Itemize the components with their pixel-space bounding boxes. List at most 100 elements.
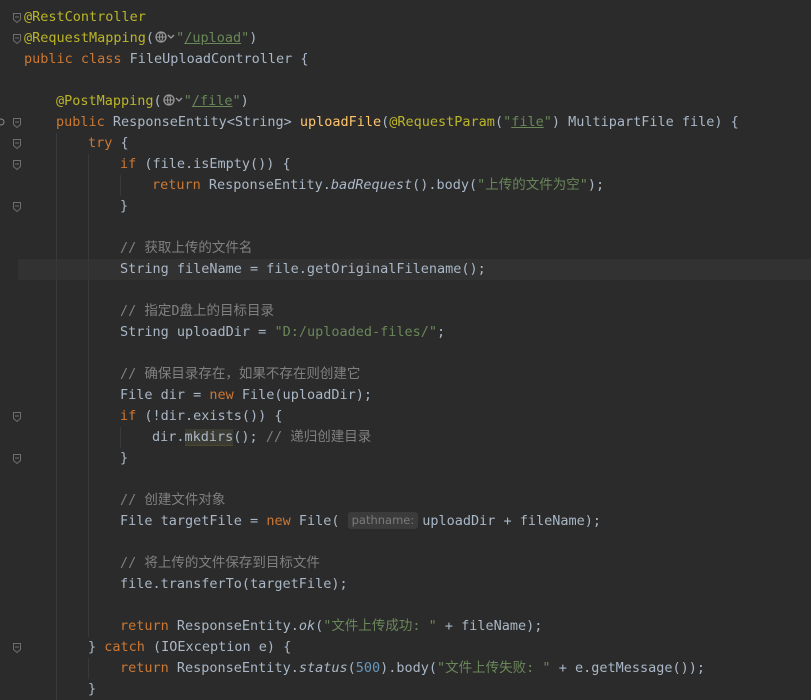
indent-guide [56,427,57,448]
code-line[interactable]: if (file.isEmpty()) { [24,154,811,175]
indent-guide [56,637,57,658]
comment-token: // 将上传的文件保存到目标文件 [120,555,320,571]
code-token: ); [587,177,605,193]
url-link[interactable]: /upload [184,30,241,46]
annotation-token: @RequestMapping [24,30,146,46]
code-line[interactable]: // 获取上传的文件名 [24,238,811,259]
code-line[interactable]: // 将上传的文件保存到目标文件 [24,553,811,574]
code-token: + fileName); [436,618,543,634]
code-line[interactable]: return ResponseEntity.ok("文件上传成功: " + fi… [24,616,811,637]
code-token: ).body( [380,660,438,676]
code-line[interactable] [24,280,811,301]
keyword-token: if [120,408,145,424]
string-token: " [183,93,192,109]
code-line[interactable]: @RequestMapping("/upload") [24,28,811,49]
indent-guide [56,217,57,238]
code-line[interactable]: public ResponseEntity<String> uploadFile… [24,112,811,133]
globe-icon[interactable] [162,93,184,107]
keyword-token: public [56,114,113,130]
code-line[interactable]: } catch (IOException e) { [24,637,811,658]
keyword-token: public class [24,51,130,67]
code-line[interactable]: @RestController [24,7,811,28]
code-token: File dir = [120,387,210,403]
code-token: File(uploadDir); [241,387,372,403]
comment-token: // 确保目录存在，如果不存在则创建它 [120,366,361,382]
editor-gutter[interactable] [0,0,22,697]
fold-marker-icon[interactable] [12,117,22,129]
code-token: (!dir.exists()) { [144,408,283,424]
code-line[interactable]: dir.mkdirs(); // 递归创建目录 [24,427,811,448]
fold-marker-icon[interactable] [12,12,22,24]
code-line[interactable]: @PostMapping("/file") [24,91,811,112]
code-line[interactable] [24,70,811,91]
indent-guide [56,238,57,259]
fold-marker-icon[interactable] [12,411,22,423]
indent-guide [56,553,57,574]
code-token: ( [494,114,504,130]
code-line[interactable] [24,343,811,364]
comment-token: // 指定D盘上的目标目录 [120,303,275,319]
code-token: { [120,135,129,151]
code-token: uploadDir + fileName); [422,513,602,529]
code-token: ().body( [412,177,478,193]
fold-marker-icon[interactable] [12,159,22,171]
comment-token: // 获取上传的文件名 [120,240,253,256]
code-line[interactable] [24,595,811,616]
code-line[interactable]: file.transferTo(targetFile); [24,574,811,595]
indent-guide [56,280,57,301]
url-link[interactable]: file [511,114,544,130]
code-line[interactable]: String fileName = file.getOriginalFilena… [18,259,811,280]
code-token: File( [298,513,348,529]
indent-guide [56,175,57,196]
code-line[interactable]: } [24,196,811,217]
fold-marker-icon[interactable] [12,453,22,465]
indent-guide [56,196,57,217]
code-line[interactable] [24,217,811,238]
code-token: ( [315,618,324,634]
code-line[interactable]: File dir = new File(uploadDir); [24,385,811,406]
code-line[interactable]: // 指定D盘上的目标目录 [24,301,811,322]
indent-guide [88,175,89,196]
code-line[interactable]: if (!dir.exists()) { [24,406,811,427]
code-token: ResponseEntity. [176,618,299,634]
code-line[interactable]: public class FileUploadController { [24,49,811,70]
fold-marker-icon[interactable] [12,201,22,213]
annotation-token: @PostMapping [56,93,154,109]
code-line[interactable]: try { [24,133,811,154]
code-token: } [88,639,105,655]
comment-token: // 递归创建目录 [265,429,372,445]
code-token: dir. [152,429,185,445]
code-line[interactable]: } [24,448,811,469]
fold-marker-icon[interactable] [12,642,22,654]
indent-guide [56,154,57,175]
code-line[interactable] [24,469,811,490]
fold-marker-icon[interactable] [12,33,22,45]
annotation-token: @RequestParam [389,114,495,130]
code-line[interactable]: String uploadDir = "D:/uploaded-files/"; [24,322,811,343]
globe-icon[interactable] [154,30,176,44]
code-line[interactable]: return ResponseEntity.status(500).body("… [24,658,811,679]
code-line[interactable]: File targetFile = new File( pathname: upl… [24,511,811,532]
indent-guide [88,217,89,238]
indent-guide [88,238,89,259]
keyword-token: try [88,135,121,151]
code-area[interactable]: @RestController @RequestMapping("/upload"… [18,7,811,700]
code-line[interactable]: // 确保目录存在，如果不存在则创建它 [24,364,811,385]
indent-guide [88,259,89,280]
code-line[interactable]: // 创建文件对象 [24,490,811,511]
keyword-token: return [120,660,177,676]
method-marker-icon[interactable] [0,118,5,126]
keyword-token: new [266,513,299,529]
indent-guide [56,301,57,322]
code-line[interactable] [24,532,811,553]
code-token: ResponseEntity. [208,177,331,193]
url-link[interactable]: /file [192,93,233,109]
indent-guide [56,532,57,553]
string-token: "D:/uploaded-files/" [274,324,437,340]
code-editor[interactable]: @RestController @RequestMapping("/upload"… [0,0,811,700]
keyword-token: return [152,177,209,193]
fold-marker-icon[interactable] [12,138,22,150]
code-line[interactable]: return ResponseEntity.badRequest().body(… [24,175,811,196]
parameter-hint: pathname: [347,512,419,529]
keyword-token: new [209,387,242,403]
